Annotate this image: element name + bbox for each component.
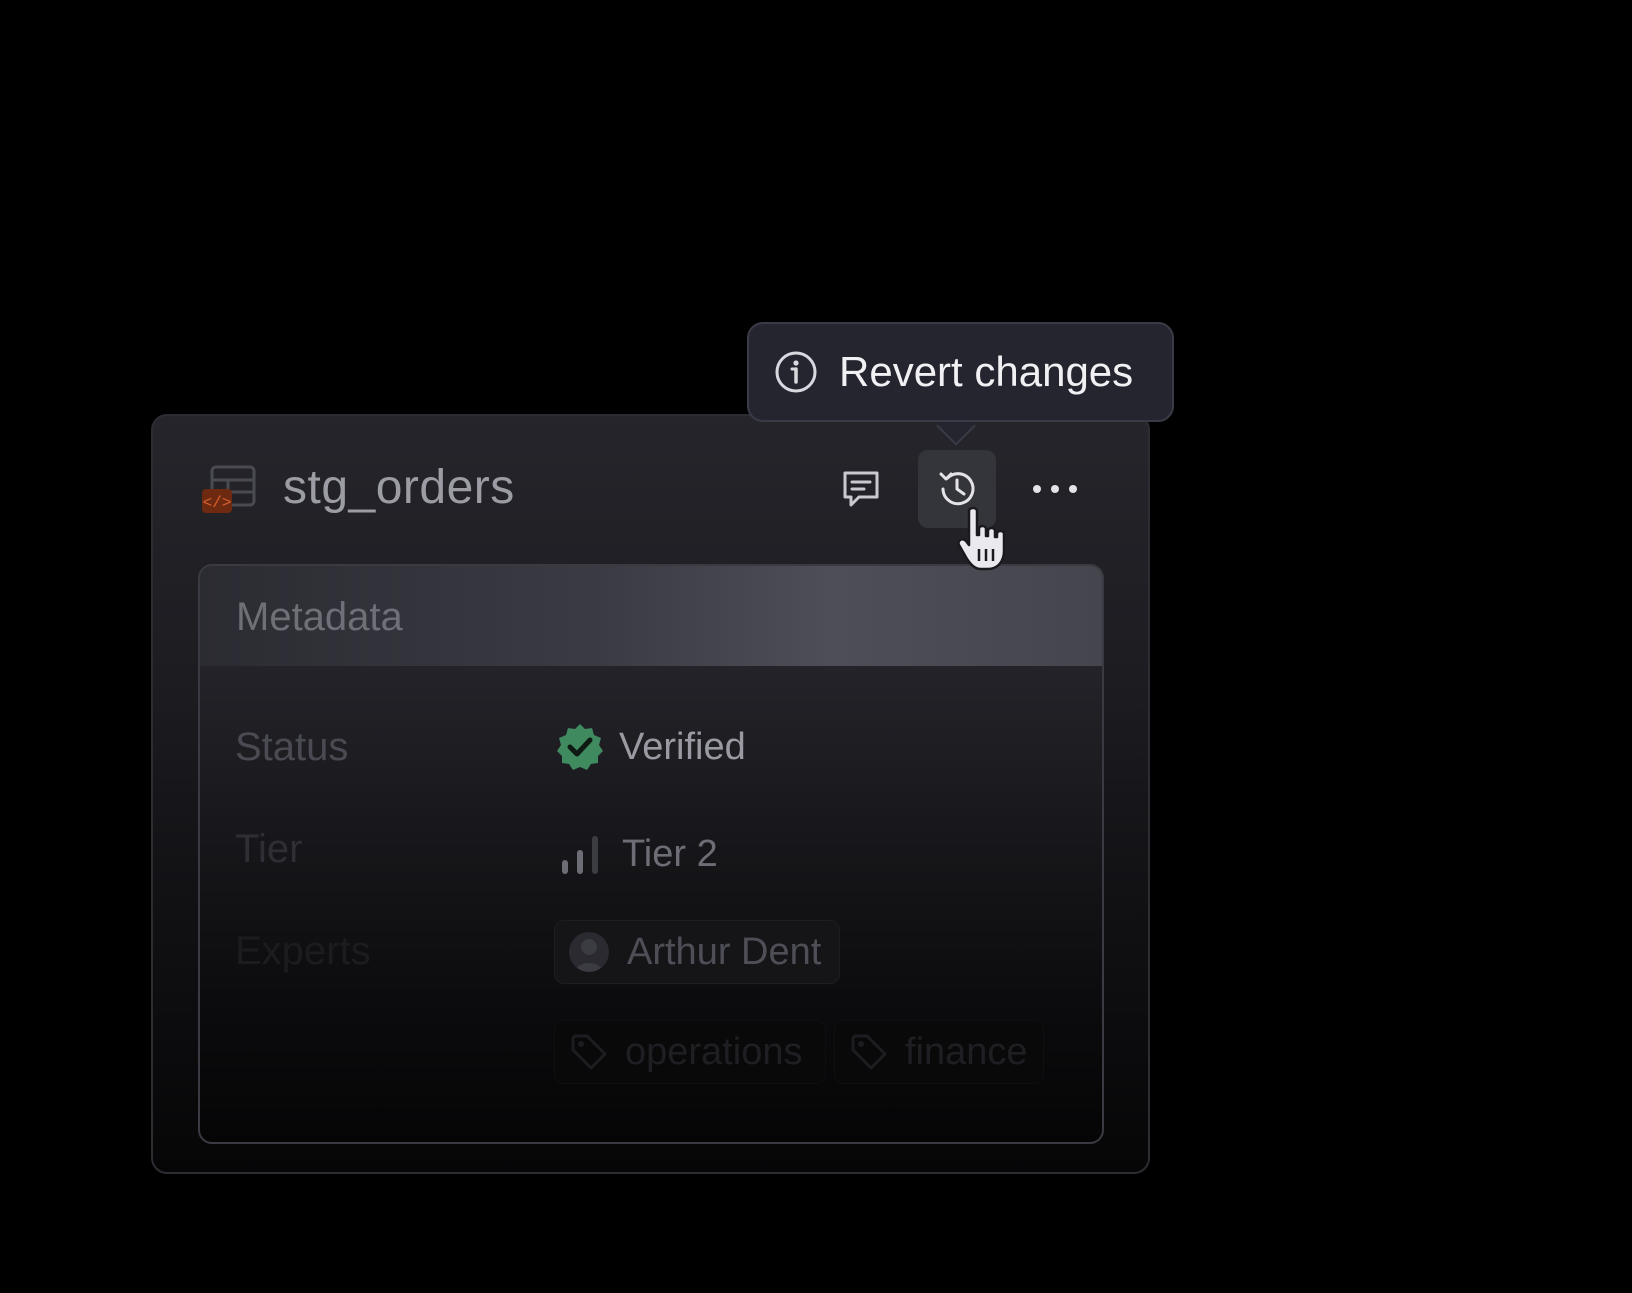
tag-label: finance <box>905 1031 1028 1073</box>
dbt-model-icon: </> <box>202 465 258 515</box>
user-avatar-icon <box>575 939 603 972</box>
expert-name: Arthur Dent <box>627 931 822 973</box>
tag-icon <box>851 1034 887 1070</box>
tag-chip-operations[interactable]: operations <box>554 1020 826 1084</box>
tag-chip-finance[interactable]: finance <box>834 1020 1044 1084</box>
expert-chip[interactable]: Arthur Dent <box>554 920 840 984</box>
asset-title: stg_orders <box>283 461 515 514</box>
comment-button[interactable] <box>822 450 900 528</box>
metadata-title: Metadata <box>236 595 403 639</box>
metadata-header: Metadata <box>200 566 1102 666</box>
tier-bars-icon <box>562 836 598 874</box>
tier-text: Tier 2 <box>622 833 718 875</box>
more-options-button[interactable] <box>1016 450 1094 528</box>
tier-value[interactable]: Tier 2 <box>560 830 718 878</box>
comment-icon <box>843 471 879 507</box>
status-text: Verified <box>619 726 746 768</box>
tag-icon <box>571 1034 607 1070</box>
status-label: Status <box>235 725 349 769</box>
hand-cursor-icon <box>957 506 1006 571</box>
status-value[interactable]: Verified <box>555 722 746 772</box>
tag-label: operations <box>625 1031 803 1073</box>
tier-label: Tier <box>235 827 303 871</box>
verified-badge-icon <box>557 724 603 770</box>
stage: </> stg_orders Metadata Status Verified … <box>0 0 1632 1293</box>
more-icon <box>1033 485 1077 493</box>
revert-tooltip: Revert changes <box>747 322 1174 422</box>
tooltip-text: Revert changes <box>839 348 1134 395</box>
info-icon <box>775 351 817 393</box>
svg-text:</>: </> <box>203 494 232 512</box>
experts-label: Experts <box>235 929 371 973</box>
avatar <box>569 932 609 972</box>
